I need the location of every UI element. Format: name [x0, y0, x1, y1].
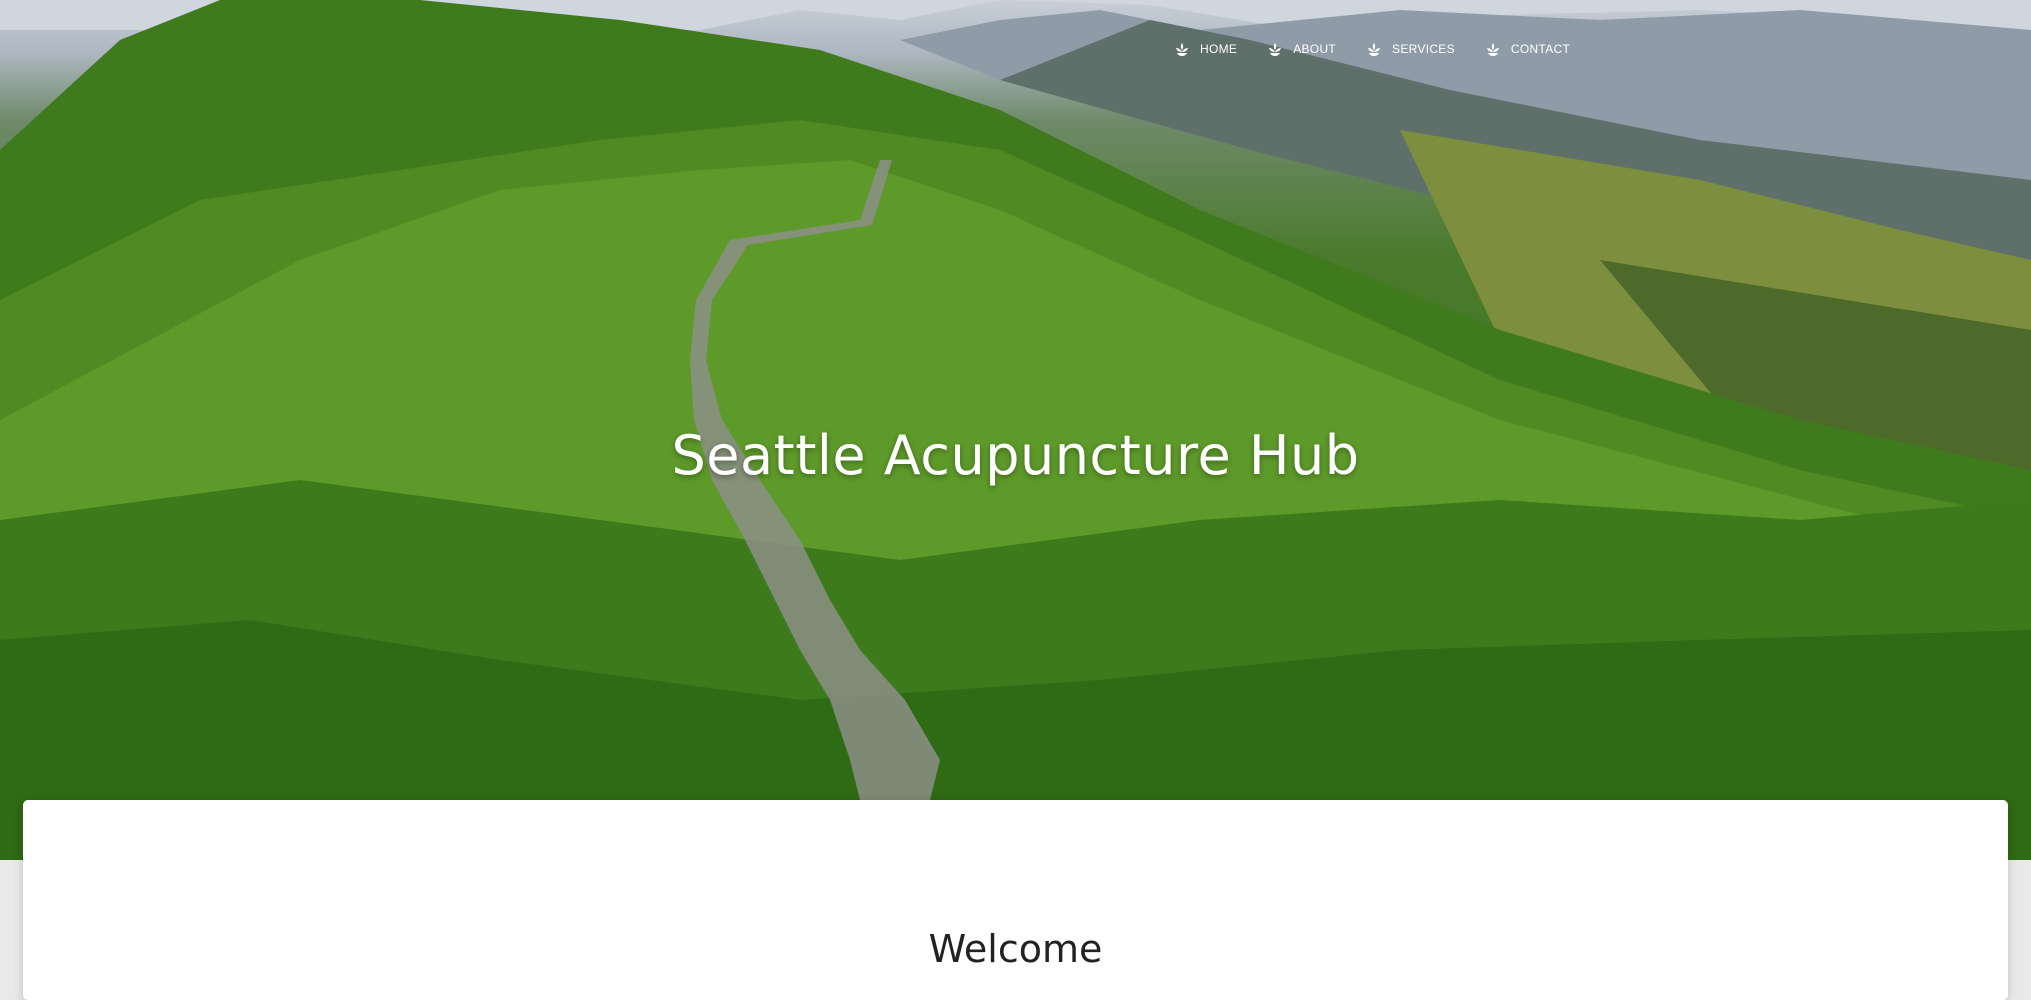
main-nav: HOME ABOUT SERVICES CONTACT: [1174, 38, 1600, 60]
nav-item-services[interactable]: SERVICES: [1366, 41, 1455, 57]
nav-item-contact[interactable]: CONTACT: [1485, 41, 1570, 57]
nav-item-label: CONTACT: [1510, 42, 1571, 56]
nav-item-home[interactable]: HOME: [1174, 41, 1237, 57]
nav-item-label: ABOUT: [1293, 42, 1337, 56]
lotus-icon: [1174, 41, 1190, 57]
hero-banner: HOME ABOUT SERVICES CONTACT Seattle Acup…: [0, 0, 2031, 860]
welcome-heading: Welcome: [928, 926, 1103, 971]
lotus-icon: [1366, 41, 1382, 57]
nav-item-label: SERVICES: [1392, 42, 1455, 56]
nav-item-about[interactable]: ABOUT: [1267, 41, 1336, 57]
lotus-icon: [1267, 41, 1283, 57]
content-card: Welcome: [23, 800, 2008, 1000]
site-title: Seattle Acupuncture Hub: [671, 424, 1360, 488]
lotus-icon: [1485, 41, 1501, 57]
nav-item-label: HOME: [1200, 42, 1238, 56]
